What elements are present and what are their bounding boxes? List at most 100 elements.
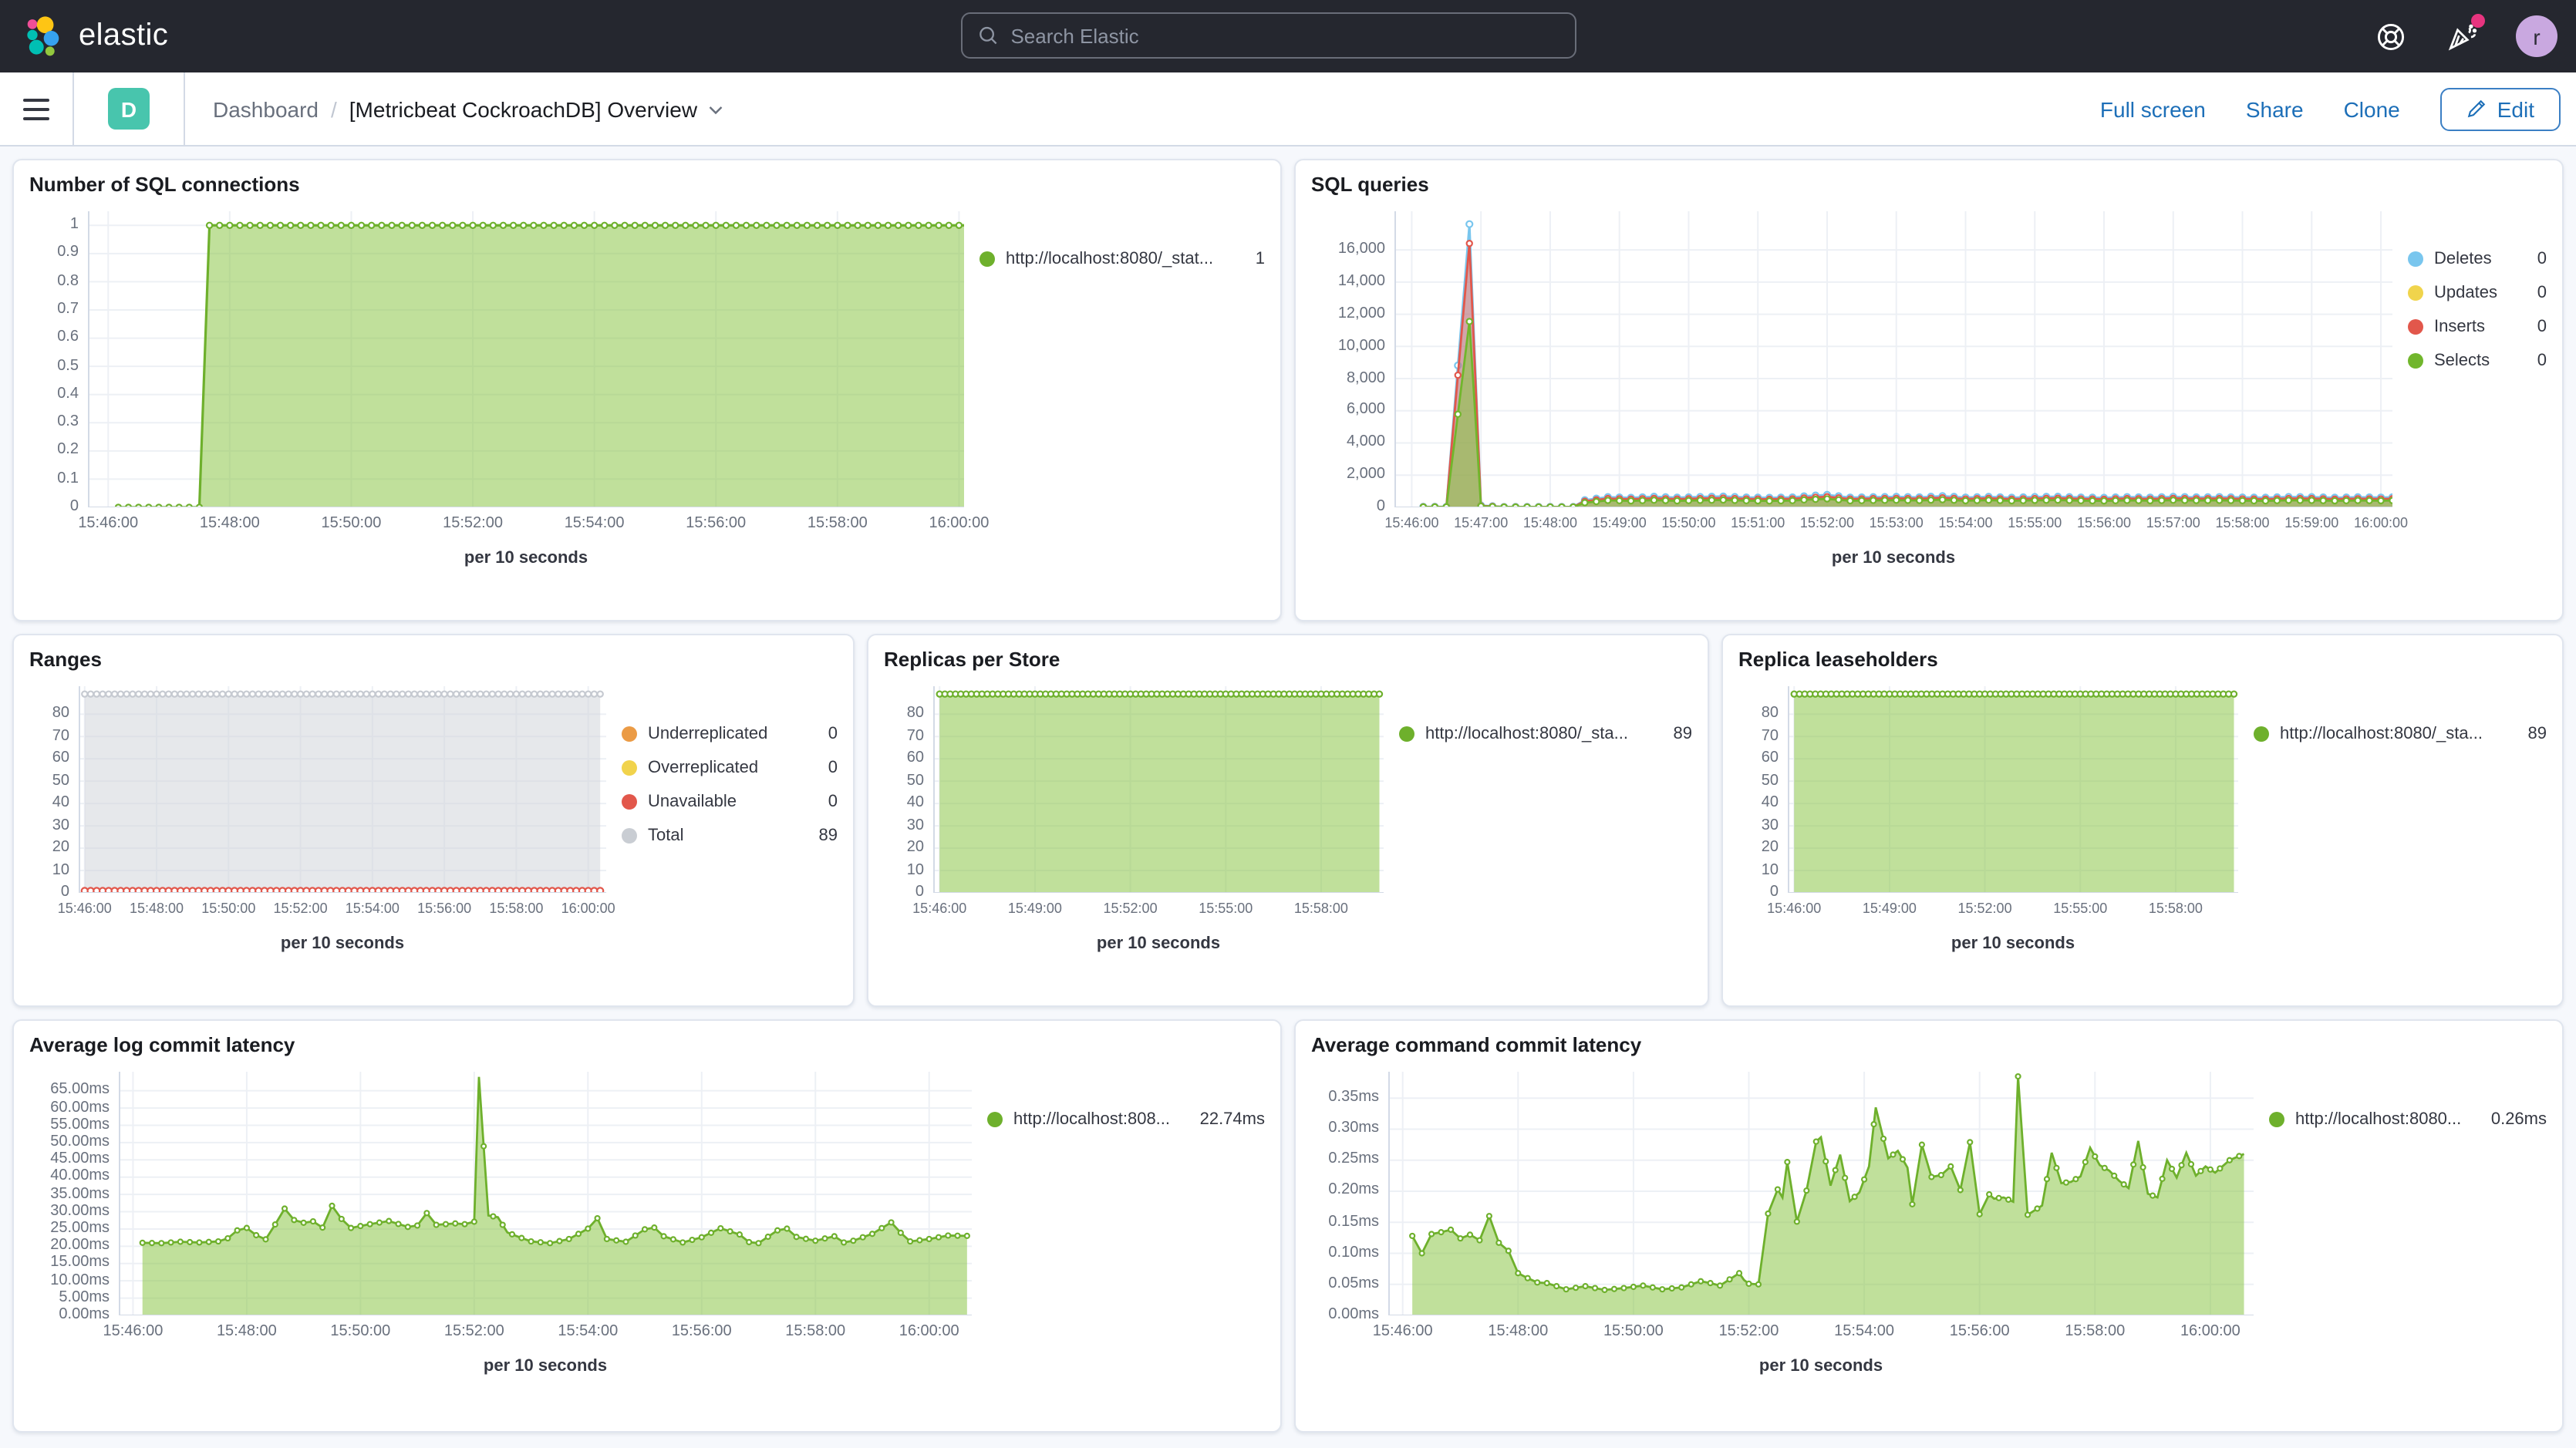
- y-tick-label: 0.15ms: [1328, 1213, 1379, 1230]
- breadcrumb-current[interactable]: [Metricbeat CockroachDB] Overview: [349, 96, 725, 121]
- y-tick-label: 70: [1762, 727, 1779, 744]
- plot-area[interactable]: [1388, 1072, 2254, 1315]
- search-input[interactable]: [1010, 24, 1559, 47]
- x-tick-label: 15:55:00: [2008, 515, 2062, 530]
- legend-dot-icon: [622, 828, 637, 844]
- y-tick-label: 10.00ms: [50, 1271, 110, 1288]
- y-tick-label: 0: [70, 498, 79, 515]
- panel-title[interactable]: Replica leaseholders: [1738, 648, 2547, 671]
- help-icon[interactable]: [2374, 19, 2408, 53]
- x-tick-label: 15:58:00: [785, 1323, 845, 1340]
- y-axis: 01020304050607080: [1738, 686, 1788, 893]
- y-tick-label: 20: [907, 839, 924, 856]
- dashboard-actions: Full screen Share Clone Edit: [2100, 87, 2561, 130]
- legend-label: Overreplicated: [648, 759, 805, 777]
- legend-value: 89: [2516, 725, 2547, 743]
- plot-area[interactable]: [1788, 686, 2238, 893]
- user-avatar[interactable]: r: [2516, 15, 2557, 57]
- panel-title[interactable]: Number of SQL connections: [29, 173, 1265, 196]
- legend-item[interactable]: Total89: [622, 819, 838, 853]
- y-tick-label: 80: [52, 705, 69, 722]
- clone-button[interactable]: Clone: [2344, 96, 2400, 121]
- newsfeed-icon[interactable]: [2445, 19, 2479, 53]
- elastic-logo[interactable]: elastic: [22, 15, 168, 58]
- x-tick-label: 15:50:00: [322, 515, 382, 532]
- notification-dot: [2471, 13, 2485, 27]
- panel-title[interactable]: Average log commit latency: [29, 1033, 1265, 1056]
- legend-item[interactable]: Updates0: [2408, 276, 2547, 310]
- x-tick-label: 15:51:00: [1731, 515, 1785, 530]
- legend-item[interactable]: http://localhost:8080/_sta...89: [2254, 717, 2547, 751]
- legend-item[interactable]: Overreplicated0: [622, 751, 838, 785]
- legend: http://localhost:808...22.74ms: [972, 1072, 1265, 1137]
- x-tick-label: 15:56:00: [2077, 515, 2131, 530]
- x-tick-label: 15:55:00: [2053, 901, 2107, 916]
- plot-area[interactable]: [79, 686, 606, 893]
- y-tick-label: 0.8: [57, 272, 79, 289]
- legend-item[interactable]: http://localhost:8080/_stat...1: [979, 242, 1265, 276]
- plot-area[interactable]: [1394, 211, 2392, 507]
- edit-button[interactable]: Edit: [2440, 87, 2561, 130]
- legend-label: Inserts: [2434, 318, 2514, 336]
- edit-button-label: Edit: [2497, 96, 2534, 121]
- top-header: elastic: [0, 0, 2576, 72]
- x-tick-label: 15:52:00: [1719, 1323, 1779, 1340]
- x-axis: 15:46:0015:48:0015:50:0015:52:0015:54:00…: [88, 515, 964, 540]
- x-tick-label: 15:56:00: [672, 1323, 732, 1340]
- y-tick-label: 0: [1770, 884, 1779, 901]
- y-tick-label: 0.10ms: [1328, 1244, 1379, 1261]
- plot-area[interactable]: [88, 211, 964, 507]
- legend-item[interactable]: http://localhost:8080...0.26ms: [2269, 1103, 2547, 1137]
- x-tick-label: 15:46:00: [912, 901, 966, 916]
- panel-title[interactable]: Replicas per Store: [884, 648, 1692, 671]
- legend-item[interactable]: Underreplicated0: [622, 717, 838, 751]
- y-tick-label: 30: [1762, 817, 1779, 833]
- plot-area[interactable]: [119, 1072, 972, 1315]
- breadcrumb-dashboard[interactable]: Dashboard: [213, 96, 319, 121]
- y-tick-label: 12,000: [1338, 305, 1385, 322]
- full-screen-button[interactable]: Full screen: [2100, 96, 2206, 121]
- y-axis: 02,0004,0006,0008,00010,00012,00014,0001…: [1311, 211, 1394, 507]
- x-tick-label: 16:00:00: [899, 1323, 959, 1340]
- breadcrumb-separator: /: [331, 96, 337, 121]
- panel-average-command-commit-latency: Average command commit latency 0.00ms0.0…: [1294, 1019, 2564, 1433]
- menu-icon[interactable]: [0, 72, 74, 146]
- y-tick-label: 1: [70, 216, 79, 233]
- plot-area[interactable]: [933, 686, 1384, 893]
- y-tick-label: 30: [52, 817, 69, 833]
- x-tick-label: 15:50:00: [201, 901, 255, 916]
- legend-item[interactable]: Inserts0: [2408, 310, 2547, 344]
- x-tick-label: 15:50:00: [330, 1323, 390, 1340]
- x-tick-label: 15:57:00: [2146, 515, 2200, 530]
- y-tick-label: 0.20ms: [1328, 1182, 1379, 1199]
- y-tick-label: 0.6: [57, 329, 79, 346]
- y-tick-label: 80: [907, 705, 924, 722]
- global-search[interactable]: [961, 12, 1576, 59]
- panel-title[interactable]: Ranges: [29, 648, 838, 671]
- legend-label: http://localhost:8080...: [2295, 1110, 2468, 1129]
- y-tick-label: 14,000: [1338, 273, 1385, 290]
- panel-title[interactable]: SQL queries: [1311, 173, 2547, 196]
- share-button[interactable]: Share: [2246, 96, 2304, 121]
- x-tick-label: 15:52:00: [1958, 901, 2012, 916]
- legend: http://localhost:8080/_stat...1: [964, 211, 1265, 276]
- legend-value: 89: [807, 827, 838, 845]
- y-tick-label: 6,000: [1347, 402, 1385, 419]
- panel-title[interactable]: Average command commit latency: [1311, 1033, 2547, 1056]
- y-tick-label: 0.00ms: [59, 1306, 110, 1323]
- x-tick-label: 15:48:00: [200, 515, 260, 532]
- legend-item[interactable]: Selects0: [2408, 344, 2547, 378]
- legend-label: http://localhost:8080/_stat...: [1006, 250, 1232, 268]
- x-tick-label: 15:49:00: [1593, 515, 1647, 530]
- legend-item[interactable]: Unavailable0: [622, 785, 838, 819]
- legend: http://localhost:8080/_sta...89: [2238, 686, 2547, 751]
- legend-label: Updates: [2434, 284, 2514, 302]
- legend-item[interactable]: http://localhost:8080/_sta...89: [1399, 717, 1692, 751]
- y-tick-label: 20: [1762, 839, 1779, 856]
- legend-item[interactable]: Deletes0: [2408, 242, 2547, 276]
- y-tick-label: 20.00ms: [50, 1237, 110, 1254]
- y-tick-label: 0.2: [57, 442, 79, 459]
- y-tick-label: 0.25ms: [1328, 1151, 1379, 1168]
- legend-item[interactable]: http://localhost:808...22.74ms: [987, 1103, 1265, 1137]
- x-tick-label: 15:52:00: [1800, 515, 1854, 530]
